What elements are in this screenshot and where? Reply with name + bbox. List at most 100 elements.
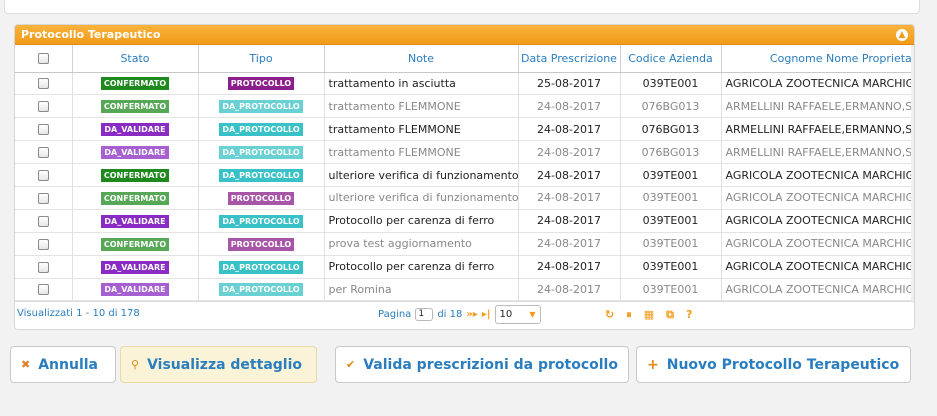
- table-row[interactable]: DA_VALIDARE DA_PROTOCOLLO Protocollo per c…: [15, 209, 914, 233]
- panel-header: Protocollo Terapeutico ▲: [15, 25, 914, 45]
- chevron-up-icon[interactable]: ▲: [896, 28, 908, 41]
- row-select-cell[interactable]: [15, 278, 73, 301]
- stato-badge: CONFERMATO: [100, 191, 170, 205]
- tipo-badge: DA_PROTOCOLLO: [219, 283, 303, 297]
- row-checkbox[interactable]: [37, 284, 49, 296]
- stato-cell: CONFERMATO: [72, 94, 199, 119]
- row-select-cell[interactable]: [15, 232, 73, 256]
- rows-per-page-select[interactable]: 10 ▼: [494, 305, 541, 324]
- col-header-data[interactable]: Data Prescrizione: [518, 45, 621, 73]
- tipo-cell: DA_PROTOCOLLO: [198, 94, 325, 119]
- table-row[interactable]: DA_VALIDARE DA_PROTOCOLLO trattamento FLEM…: [15, 140, 914, 165]
- row-select-cell[interactable]: [15, 94, 73, 119]
- tipo-cell: DA_PROTOCOLLO: [198, 278, 325, 301]
- table-row[interactable]: DA_VALIDARE DA_PROTOCOLLO trattamento FLEM…: [15, 117, 914, 142]
- codice-cell: 039TE001: [620, 163, 722, 187]
- table-row[interactable]: CONFERMATO DA_PROTOCOLLO ulteriore verific…: [15, 163, 914, 187]
- nuovo-protocollo-button[interactable]: + Nuovo Protocollo Terapeutico: [636, 346, 911, 383]
- stato-badge: DA_VALIDARE: [101, 146, 169, 160]
- last-page-icon[interactable]: ▸|: [482, 309, 491, 320]
- stato-badge: CONFERMATO: [100, 169, 170, 182]
- proprietario-cell: AGRICOLA ZOOTECNICA MARCHIGIANA S: [721, 186, 914, 210]
- tipo-badge: PROTOCOLLO: [227, 77, 295, 91]
- check-icon: ✔: [346, 358, 356, 371]
- tipo-badge: DA_PROTOCOLLO: [219, 260, 303, 274]
- columns-icon[interactable]: ⏸: [626, 308, 632, 322]
- note-cell: prova test aggiornamento: [324, 232, 519, 256]
- row-checkbox[interactable]: [37, 101, 49, 113]
- col-header-proprietario[interactable]: Cognome Nome Proprietario: [721, 45, 914, 73]
- col-header-tipo[interactable]: Tipo: [198, 45, 325, 73]
- codice-cell: 039TE001: [620, 232, 722, 256]
- data-cell: 24-08-2017: [518, 255, 621, 279]
- row-select-cell[interactable]: [15, 163, 73, 187]
- stato-cell: DA_VALIDARE: [72, 278, 199, 301]
- row-checkbox[interactable]: [37, 147, 49, 159]
- row-select-cell[interactable]: [15, 255, 73, 279]
- table-row[interactable]: DA_VALIDARE DA_PROTOCOLLO Protocollo per c…: [15, 255, 914, 279]
- export-excel-icon[interactable]: ▦: [644, 308, 654, 322]
- plus-icon: +: [647, 356, 659, 373]
- stato-badge: CONFERMATO: [100, 100, 170, 114]
- data-cell: 24-08-2017: [518, 117, 621, 142]
- tipo-cell: DA_PROTOCOLLO: [198, 163, 325, 187]
- help-icon[interactable]: ?: [686, 308, 692, 322]
- page-of-label: di 18: [437, 309, 463, 320]
- page-label: Pagina: [378, 309, 412, 320]
- proprietario-cell: ARMELLINI RAFFAELE,ERMANNO,STEFAN: [721, 140, 914, 165]
- select-all-header[interactable]: [15, 45, 73, 73]
- tipo-cell: DA_PROTOCOLLO: [198, 117, 325, 142]
- data-cell: 24-08-2017: [518, 278, 621, 301]
- row-checkbox[interactable]: [37, 192, 49, 204]
- codice-cell: 039TE001: [620, 72, 722, 96]
- row-checkbox[interactable]: [37, 124, 49, 136]
- row-checkbox[interactable]: [37, 238, 49, 250]
- table-row[interactable]: CONFERMATO DA_PROTOCOLLO trattamento FLEMM…: [15, 94, 914, 119]
- table-row[interactable]: DA_VALIDARE DA_PROTOCOLLO per Romina 24-08-…: [15, 278, 914, 301]
- row-checkbox[interactable]: [37, 261, 49, 273]
- grid-footer: Visualizzati 1 - 10 di 178 Pagina 1 di 1…: [15, 301, 914, 329]
- row-select-cell[interactable]: [15, 117, 73, 142]
- stato-badge: CONFERMATO: [100, 77, 170, 91]
- visualizza-dettaglio-button[interactable]: ⚲ Visualizza dettaglio: [120, 346, 317, 383]
- data-cell: 24-08-2017: [518, 163, 621, 187]
- page-input[interactable]: 1: [415, 308, 434, 321]
- stato-badge: DA_VALIDARE: [101, 283, 169, 297]
- col-header-stato[interactable]: Stato: [72, 45, 199, 73]
- annulla-button[interactable]: ✖ Annulla: [10, 346, 116, 383]
- valida-prescrizioni-button[interactable]: ✔ Valida prescrizioni da protocollo: [335, 346, 629, 383]
- col-header-note[interactable]: Note: [324, 45, 519, 73]
- codice-cell: 039TE001: [620, 209, 722, 233]
- row-checkbox[interactable]: [37, 78, 49, 90]
- stato-badge: DA_VALIDARE: [101, 260, 169, 274]
- top-card: [4, 0, 920, 14]
- row-checkbox[interactable]: [37, 215, 49, 227]
- refresh-icon[interactable]: ↻: [605, 308, 614, 322]
- next-page-icon[interactable]: »▸: [466, 309, 477, 320]
- horizontal-scrollbar[interactable]: [911, 45, 914, 301]
- proprietario-cell: AGRICOLA ZOOTECNICA MARCHIGIANA S: [721, 209, 914, 233]
- table-row[interactable]: CONFERMATO PROTOCOLLO ulteriore verifica d…: [15, 186, 914, 210]
- tipo-badge: DA_PROTOCOLLO: [219, 100, 303, 114]
- codice-cell: 039TE001: [620, 186, 722, 210]
- row-select-cell[interactable]: [15, 72, 73, 96]
- proprietario-cell: AGRICOLA ZOOTECNICA MARCHIGIANA S: [721, 72, 914, 96]
- row-select-cell[interactable]: [15, 209, 73, 233]
- row-select-cell[interactable]: [15, 140, 73, 165]
- protocollo-panel: Protocollo Terapeutico ▲ Stato Tipo Note…: [14, 24, 915, 330]
- popout-icon[interactable]: ⧉: [666, 308, 674, 322]
- table-row[interactable]: CONFERMATO PROTOCOLLO trattamento in asciu…: [15, 72, 914, 96]
- stato-cell: CONFERMATO: [72, 186, 199, 210]
- note-cell: Protocollo per carenza di ferro: [324, 209, 519, 233]
- row-select-cell[interactable]: [15, 186, 73, 210]
- tipo-badge: DA_PROTOCOLLO: [219, 146, 303, 160]
- tipo-badge: DA_PROTOCOLLO: [219, 214, 303, 228]
- proprietario-cell: ARMELLINI RAFFAELE,ERMANNO,STEFAN: [721, 117, 914, 142]
- chevron-down-icon: ▼: [529, 310, 536, 319]
- col-header-codice[interactable]: Codice Azienda: [620, 45, 722, 73]
- row-checkbox[interactable]: [37, 170, 49, 181]
- table-row[interactable]: CONFERMATO PROTOCOLLO prova test aggiornam…: [15, 232, 914, 256]
- tipo-cell: DA_PROTOCOLLO: [198, 255, 325, 279]
- select-all-checkbox[interactable]: [37, 53, 49, 65]
- codice-cell: 076BG013: [620, 117, 722, 142]
